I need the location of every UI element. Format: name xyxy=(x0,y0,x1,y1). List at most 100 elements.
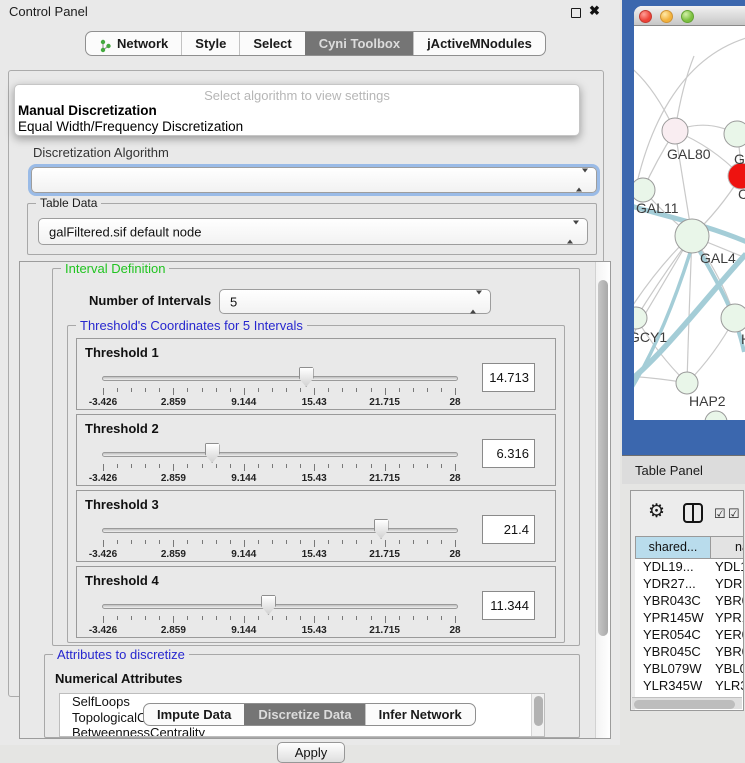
tab-style[interactable]: Style xyxy=(181,32,239,55)
threshold-slider-thumb[interactable] xyxy=(205,443,220,463)
vertical-scrollbar[interactable] xyxy=(595,262,610,738)
tab-impute-data[interactable]: Impute Data xyxy=(144,704,244,725)
cell-shared-name: YBR045C xyxy=(635,644,711,661)
tick-mark xyxy=(145,616,146,620)
threshold-slider-track[interactable] xyxy=(102,528,458,533)
tick-mark xyxy=(328,540,329,544)
scale-label: 15.43 xyxy=(302,549,327,560)
float-window-icon[interactable] xyxy=(571,8,581,18)
tick-mark xyxy=(187,464,188,468)
tab-cyni-toolbox[interactable]: Cyni Toolbox xyxy=(305,32,413,55)
tick-mark xyxy=(131,388,132,392)
table-row[interactable]: YER054CYER0 xyxy=(635,627,744,644)
scale-label: -3.426 xyxy=(89,397,117,408)
checkbox-icon[interactable]: ☑ xyxy=(714,506,726,522)
tick-mark xyxy=(187,388,188,392)
tick-mark xyxy=(455,616,456,623)
table-row[interactable]: YLR345WYLR3 xyxy=(635,678,744,695)
node-gal4[interactable] xyxy=(675,219,709,253)
table-row[interactable]: YBR043CYBR0 xyxy=(635,593,744,610)
combo-stepper-icon xyxy=(567,224,579,239)
control-panel: Control Panel ✖ NetworkStyleSelectCyni T… xyxy=(0,0,620,745)
node-hap2[interactable] xyxy=(676,372,698,394)
cell-shared-name: YBL079W xyxy=(635,661,711,678)
attribute-item-betweennesscentrality[interactable]: BetweennessCentrality xyxy=(60,725,544,737)
tab-discretize-data[interactable]: Discretize Data xyxy=(244,704,364,725)
threshold-slider-track[interactable] xyxy=(102,604,458,609)
table-data-combobox[interactable]: galFiltered.sif default node xyxy=(38,218,588,245)
number-of-intervals-combobox[interactable]: 5 xyxy=(219,289,491,314)
scrollbar-thumb[interactable] xyxy=(634,700,735,709)
tab-label: Cyni Toolbox xyxy=(319,32,400,55)
dropdown-placeholder: Select algorithm to view settings xyxy=(15,88,579,103)
column-header-shared-name[interactable]: shared... xyxy=(635,536,711,559)
tick-mark xyxy=(202,540,203,544)
table-row[interactable]: YBL079WYBL0 xyxy=(635,661,744,678)
close-icon[interactable]: ✖ xyxy=(589,3,600,19)
table-row[interactable]: YBR045CYBR0 xyxy=(635,644,744,661)
table-data-group: Table Data galFiltered.sif default node xyxy=(27,203,597,255)
node-bottom[interactable] xyxy=(705,411,727,420)
table-rows: YDL19...YDL1YDR27...YDR2YBR043CYBR0YPR14… xyxy=(635,559,744,710)
column-header-name[interactable]: na xyxy=(711,536,744,559)
threshold-slider-thumb[interactable] xyxy=(261,595,276,615)
algorithm-combobox[interactable] xyxy=(31,167,597,193)
tick-mark xyxy=(399,540,400,544)
threshold-value-field[interactable]: 21.4 xyxy=(482,515,535,544)
tab-label: Infer Network xyxy=(379,704,462,725)
tick-mark xyxy=(244,388,245,395)
tab-network[interactable]: Network xyxy=(86,32,181,55)
threshold-value-field[interactable]: 11.344 xyxy=(482,591,535,620)
tick-mark xyxy=(216,464,217,468)
threshold-value-field[interactable]: 6.316 xyxy=(482,439,535,468)
threshold-slider-thumb[interactable] xyxy=(299,367,314,387)
threshold-value-field[interactable]: 14.713 xyxy=(482,363,535,392)
close-traffic-light-icon[interactable] xyxy=(639,10,652,23)
tick-mark xyxy=(314,464,315,471)
horizontal-scrollbar[interactable] xyxy=(632,697,742,709)
node-gal80[interactable] xyxy=(662,118,688,144)
network-canvas[interactable]: GAL80 GA C GAL11 GAL4 GCY1 H HAP2 xyxy=(634,26,745,420)
tick-mark xyxy=(230,616,231,620)
split-columns-icon[interactable] xyxy=(683,503,703,523)
checkbox-icon[interactable]: ☑ xyxy=(728,506,740,522)
tick-mark xyxy=(145,464,146,468)
algorithm-dropdown-popup: Select algorithm to view settings Manual… xyxy=(14,84,580,136)
threshold-slider-thumb[interactable] xyxy=(374,519,389,539)
threshold-slider-track[interactable] xyxy=(102,376,458,381)
threshold-block-1: Threshold 1-3.4262.8599.14415.4321.71528… xyxy=(76,338,556,410)
node-right[interactable] xyxy=(721,304,745,332)
network-window[interactable]: GAL80 GA C GAL11 GAL4 GCY1 H HAP2 xyxy=(634,6,745,420)
node-gcy1[interactable] xyxy=(634,307,647,329)
table-row[interactable]: YDL19...YDL1 xyxy=(635,559,744,576)
tick-mark xyxy=(371,464,372,468)
cell-shared-name: YLR345W xyxy=(635,678,711,695)
threshold-label: Threshold 2 xyxy=(85,421,159,436)
tick-mark xyxy=(103,464,104,471)
tab-jactivemnodules[interactable]: jActiveMNodules xyxy=(413,32,545,55)
table-header-row: shared... na xyxy=(635,536,744,559)
tick-mark xyxy=(455,464,456,471)
node-top-right[interactable] xyxy=(724,121,745,147)
scrollbar-thumb[interactable] xyxy=(598,280,608,636)
node-gal11[interactable] xyxy=(634,178,655,202)
zoom-traffic-light-icon[interactable] xyxy=(681,10,694,23)
dropdown-option-manual-discretization[interactable]: Manual Discretization xyxy=(15,103,579,119)
gear-icon[interactable]: ⚙ xyxy=(648,500,665,523)
table-panel-body: ⚙ ☑ ☑ shared... na YDL19...YDL1YDR27...Y… xyxy=(630,490,744,711)
dropdown-option-equal-width-frequency[interactable]: Equal Width/Frequency Discretization xyxy=(15,119,579,135)
table-row[interactable]: YDR27...YDR2 xyxy=(635,576,744,593)
node-label: GAL11 xyxy=(636,200,679,216)
tab-infer-network[interactable]: Infer Network xyxy=(365,704,475,725)
tick-mark xyxy=(427,616,428,620)
apply-button[interactable]: Apply xyxy=(277,742,345,763)
tick-mark xyxy=(399,464,400,468)
tab-select[interactable]: Select xyxy=(239,32,304,55)
minimize-traffic-light-icon[interactable] xyxy=(660,10,673,23)
tick-mark xyxy=(230,464,231,468)
table-row[interactable]: YPR145WYPR1 xyxy=(635,610,744,627)
threshold-block-2: Threshold 2-3.4262.8599.14415.4321.71528… xyxy=(76,414,556,486)
attributes-scrollbar[interactable] xyxy=(531,694,544,736)
tick-mark xyxy=(413,540,414,544)
threshold-slider-track[interactable] xyxy=(102,452,458,457)
